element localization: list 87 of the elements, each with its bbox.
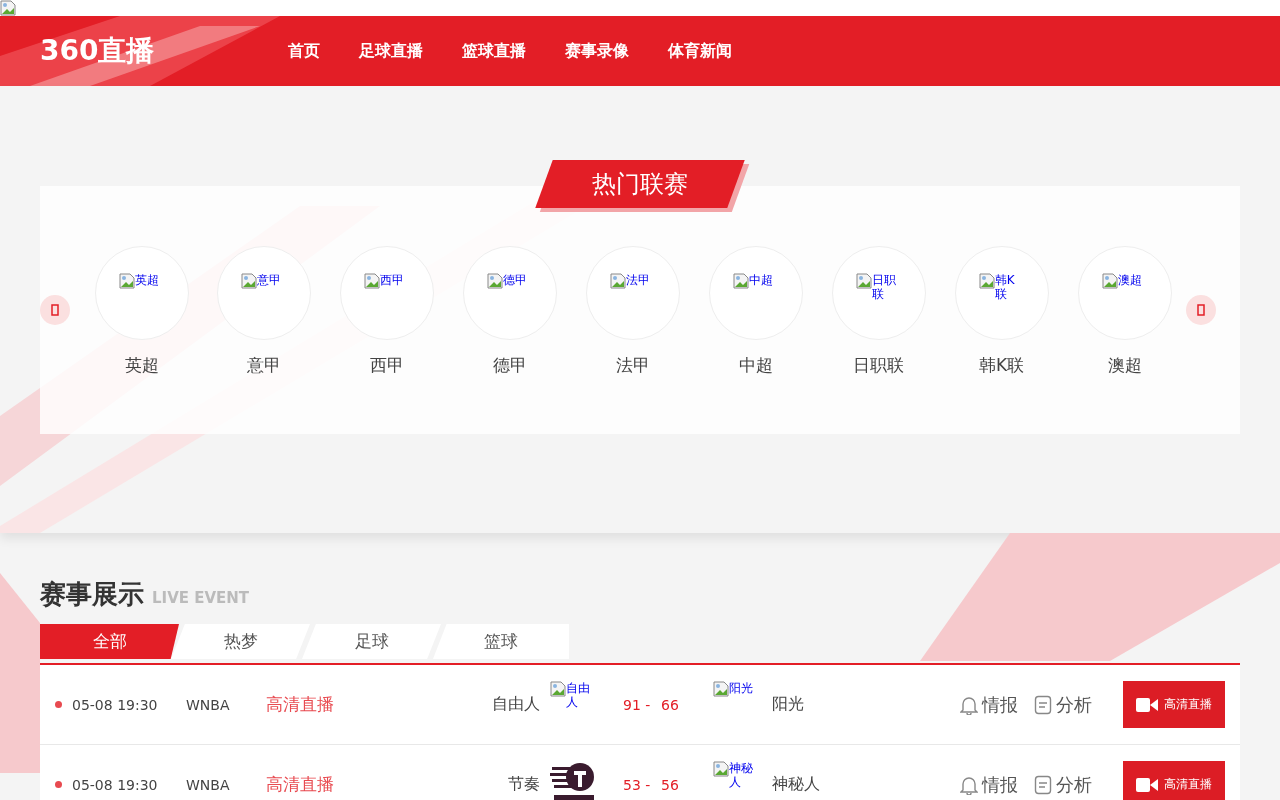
- league-logo[interactable]: 法甲: [586, 246, 680, 340]
- away-score: 56: [661, 776, 680, 793]
- league-logo[interactable]: 意甲: [217, 246, 312, 340]
- nav-link[interactable]: 足球直播: [359, 40, 423, 62]
- bell-icon: [960, 774, 978, 795]
- broken-image-icon: [550, 681, 566, 697]
- broken-image-icon: [487, 273, 504, 289]
- match-time: 05-08 19:30: [72, 696, 159, 713]
- league-label: WNBA: [186, 776, 231, 793]
- broken-image-icon: [713, 761, 729, 777]
- league-name[interactable]: 德甲: [493, 354, 528, 377]
- home-team: 节奏: [507, 774, 540, 795]
- image-alt-text: 日职联: [871, 273, 897, 301]
- missing-glyph-icon: [51, 304, 59, 316]
- image-alt-text: 阳光: [729, 681, 753, 695]
- image-alt-text: 中超: [748, 273, 773, 287]
- league-logo[interactable]: 日职联: [831, 246, 926, 340]
- site-logo[interactable]: 360直播: [40, 32, 288, 70]
- league-name[interactable]: 意甲: [247, 354, 282, 377]
- league-logo[interactable]: 德甲: [463, 246, 558, 340]
- league-logo[interactable]: 中超: [708, 246, 803, 340]
- league-name[interactable]: 韩K联: [979, 354, 1025, 377]
- next-button[interactable]: [1186, 295, 1216, 325]
- broken-image-icon: [978, 273, 995, 289]
- video-camera-icon: [1136, 776, 1158, 793]
- broken-image-icon: [118, 273, 135, 289]
- league-name[interactable]: 英超: [124, 354, 159, 377]
- home-score: 53 -: [623, 776, 652, 793]
- broken-image-icon: [713, 681, 729, 697]
- live-stream-button[interactable]: 高清直播: [1123, 761, 1225, 800]
- image-alt-text: 意甲: [257, 273, 282, 287]
- category-tab[interactable]: 篮球: [433, 624, 569, 659]
- live-dot-icon: [55, 701, 62, 708]
- image-alt-text: 自由人: [566, 681, 591, 709]
- intel-link[interactable]: 情报: [960, 692, 1018, 717]
- broken-image-icon: [1101, 273, 1118, 289]
- analysis-link[interactable]: 分析: [1034, 692, 1092, 717]
- league-logo[interactable]: 西甲: [340, 246, 435, 340]
- document-icon: [1034, 774, 1052, 795]
- broken-image-icon: [732, 273, 749, 289]
- live-dot-icon: [55, 781, 62, 788]
- broken-image-icon: [364, 273, 381, 289]
- broken-image-icon: [855, 273, 872, 289]
- live-stream-button[interactable]: 高清直播: [1123, 681, 1225, 728]
- section-title: 热门联赛: [592, 169, 688, 200]
- image-alt-text: 神秘人: [729, 761, 754, 789]
- section-subtitle: LIVE EVENT: [152, 589, 250, 607]
- away-score: 66: [661, 696, 680, 713]
- away-team: 神秘人: [772, 774, 821, 795]
- category-tab[interactable]: 热梦: [171, 624, 310, 659]
- image-alt-text: 法甲: [626, 273, 650, 287]
- previous-button[interactable]: [40, 295, 70, 325]
- away-team: 阳光: [772, 694, 805, 715]
- league-name[interactable]: 日职联: [853, 354, 905, 377]
- analysis-link[interactable]: 分析: [1034, 772, 1092, 797]
- nav-link[interactable]: 赛事录像: [565, 40, 629, 62]
- category-tab[interactable]: 足球: [302, 624, 441, 659]
- league-label: WNBA: [186, 696, 231, 713]
- league-name[interactable]: 法甲: [616, 354, 650, 377]
- league-logo[interactable]: 英超: [94, 246, 189, 340]
- nav-link[interactable]: 首页: [288, 40, 320, 62]
- broken-image-icon: [241, 273, 258, 289]
- match-time: 05-08 19:30: [72, 776, 159, 793]
- stream-link[interactable]: 高清直播: [266, 773, 406, 796]
- image-alt-text: 澳超: [1117, 273, 1142, 287]
- home-team: 自由人: [491, 694, 540, 715]
- league-name[interactable]: 中超: [738, 354, 773, 377]
- image-alt-text: 德甲: [503, 273, 528, 287]
- broken-image-icon: [610, 273, 626, 289]
- league-name[interactable]: 西甲: [370, 354, 405, 377]
- intel-link[interactable]: 情报: [960, 772, 1018, 797]
- league-name[interactable]: 澳超: [1107, 354, 1142, 377]
- section-title: 赛事展示: [40, 578, 144, 611]
- image-alt-text: 韩K联: [994, 273, 1016, 301]
- bell-icon: [960, 694, 978, 715]
- document-icon: [1034, 694, 1052, 715]
- stream-link[interactable]: 高清直播: [266, 693, 406, 716]
- league-logo[interactable]: 澳超: [1077, 246, 1172, 340]
- home-score: 91 -: [623, 696, 652, 713]
- image-alt-text: 英超: [134, 273, 159, 287]
- video-camera-icon: [1136, 696, 1158, 713]
- nav-link[interactable]: 体育新闻: [668, 40, 732, 62]
- category-tab[interactable]: 全部: [40, 624, 179, 659]
- missing-glyph-icon: [1197, 304, 1205, 316]
- league-logo[interactable]: 韩K联: [954, 246, 1049, 340]
- nav-link[interactable]: 篮球直播: [462, 40, 526, 62]
- image-alt-text: 西甲: [380, 273, 405, 287]
